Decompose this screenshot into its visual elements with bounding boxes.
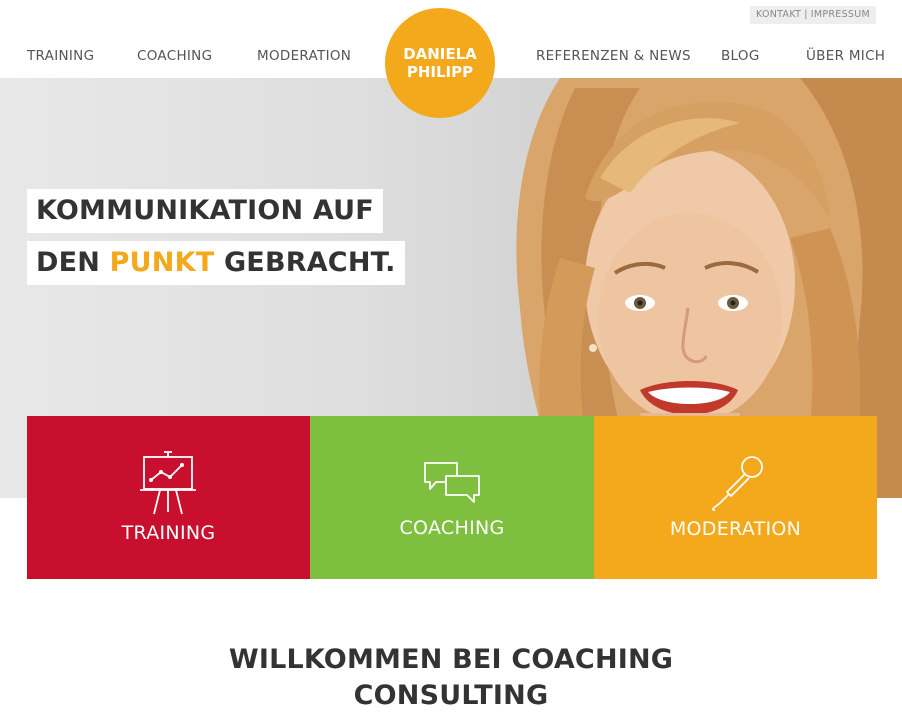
microphone-icon (712, 456, 763, 511)
hero-headline-text-2a: DEN (36, 247, 101, 278)
hero-headline-text-2b: GEBRACHT. (223, 247, 396, 278)
nav-item-blog[interactable]: BLOG (721, 48, 760, 64)
brand-logo[interactable]: DANIELA PHILIPP (385, 8, 495, 118)
tile-coaching-label: COACHING (399, 517, 505, 539)
tile-coaching[interactable]: COACHING (310, 416, 594, 579)
tile-moderation[interactable]: MODERATION (594, 416, 877, 579)
tile-training[interactable]: TRAINING (27, 416, 310, 579)
hero-headline-text-1: KOMMUNIKATION AUF (36, 195, 374, 226)
welcome-heading: WILLKOMMEN BEI COACHING CONSULTING (0, 642, 902, 714)
logo-line-2: PHILIPP (406, 63, 474, 81)
tile-training-label: TRAINING (121, 522, 216, 544)
speech-bubbles-icon (424, 462, 480, 503)
tile-moderation-label: MODERATION (669, 518, 802, 540)
logo-line-1: DANIELA (403, 45, 477, 63)
hero-headline-line-1: KOMMUNIKATION AUF (27, 189, 383, 233)
nav-item-referenzen-news[interactable]: REFERENZEN & NEWS (536, 48, 691, 64)
hero-headline-line-2: DEN PUNKT GEBRACHT. (27, 241, 405, 285)
presentation-chart-icon (140, 451, 196, 515)
nav-item-coaching[interactable]: COACHING (137, 48, 212, 64)
welcome-heading-line-1: WILLKOMMEN BEI COACHING (228, 644, 674, 675)
nav-item-ueber-mich[interactable]: ÜBER MICH (806, 48, 885, 64)
nav-item-training[interactable]: TRAINING (27, 48, 94, 64)
nav-item-moderation[interactable]: MODERATION (257, 48, 351, 64)
welcome-heading-line-2: CONSULTING (353, 680, 549, 711)
hero-headline-accent: PUNKT (109, 247, 215, 278)
